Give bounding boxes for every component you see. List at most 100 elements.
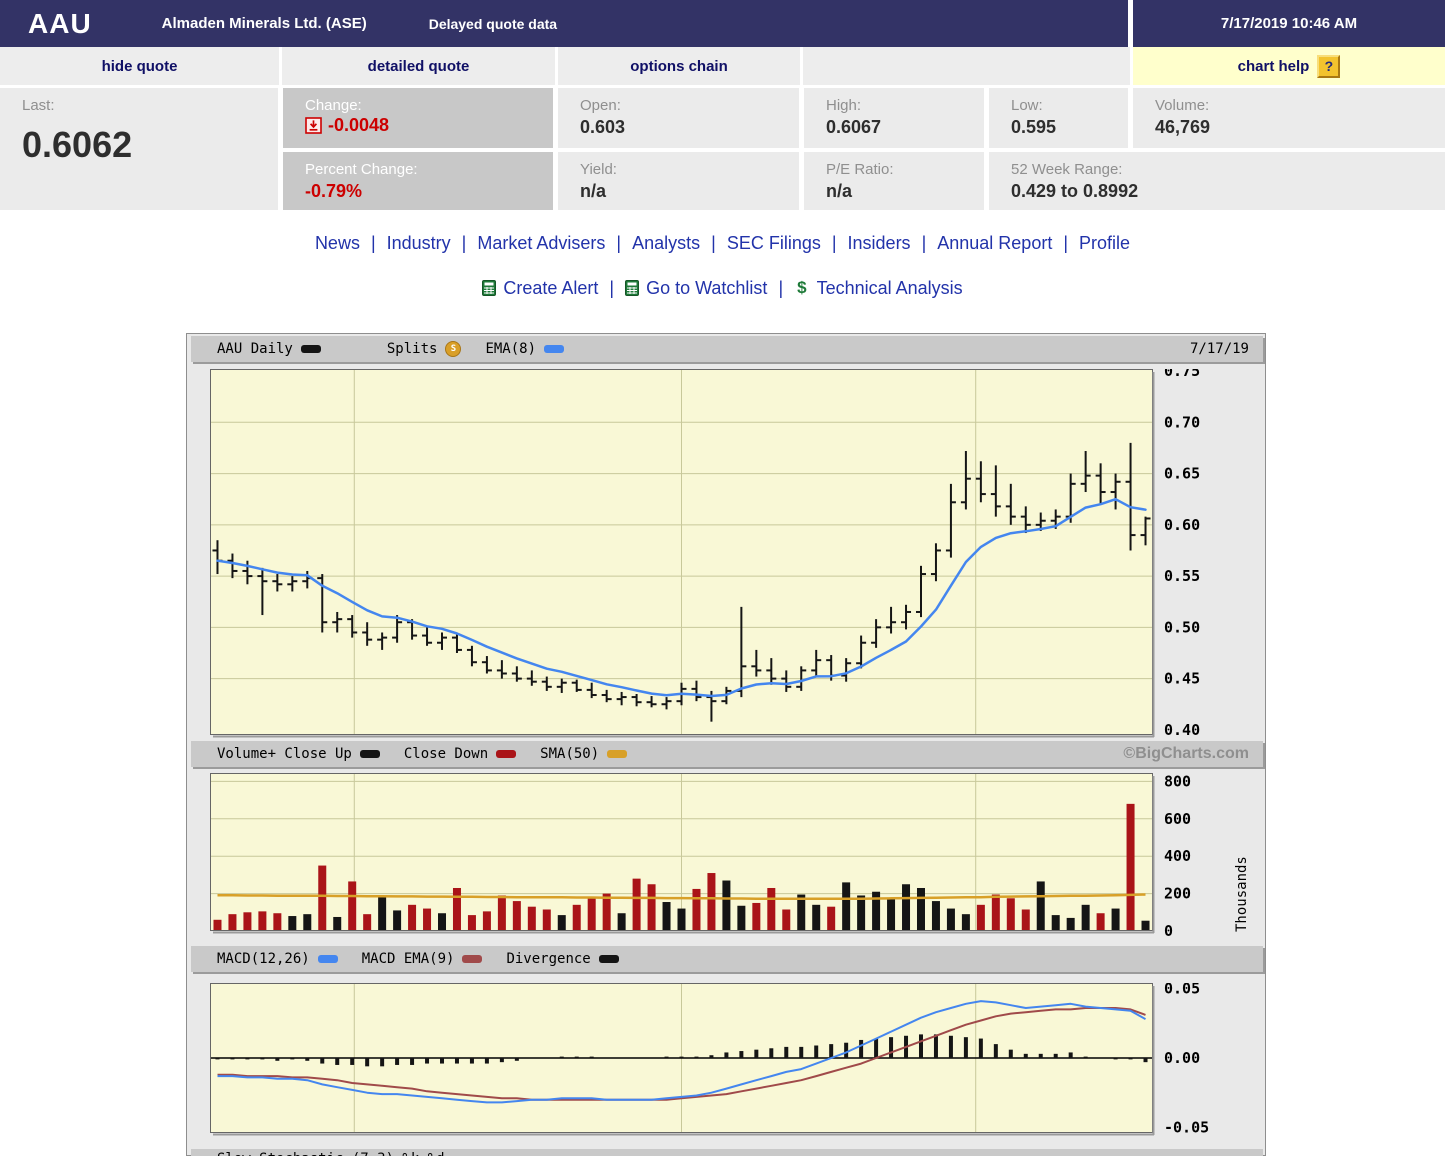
svg-text:0.70: 0.70 xyxy=(1164,413,1200,431)
datetime-bar: 7/17/2019 10:46 AM xyxy=(1133,0,1445,47)
header-bar: AAU Almaden Minerals Ltd. (ASE) Delayed … xyxy=(0,0,1128,47)
low-label: Low: xyxy=(1011,97,1043,114)
technical-analysis-link[interactable]: $ Technical Analysis xyxy=(794,278,963,299)
svg-text:0.05: 0.05 xyxy=(1164,983,1200,998)
splits-label: Splits xyxy=(386,341,438,357)
bigcharts-watermark: ©BigCharts.com xyxy=(1123,745,1249,762)
price-series-label: AAU Daily xyxy=(217,341,293,357)
help-question-icon[interactable]: ? xyxy=(1317,54,1341,78)
close-down-swatch-icon xyxy=(496,750,517,758)
chart-date: 7/17/19 xyxy=(1189,341,1249,357)
volume-label: Volume: xyxy=(1155,97,1210,114)
volume-chart: 800 600 400 200 0 xyxy=(210,773,1191,940)
macd-label: MACD(12,26) xyxy=(217,951,310,967)
nav-links-row: News | Industry | Market Advisers | Analyst… xyxy=(314,232,1131,254)
svg-text:400: 400 xyxy=(1164,847,1191,865)
svg-text:0.65: 0.65 xyxy=(1164,465,1200,483)
close-down-label: Close Down xyxy=(403,746,489,762)
quote-cell-pct-change: Percent Change: -0.79% xyxy=(283,152,553,210)
price-chart: 0.75 0.70 0.65 0.60 0.55 0.50 0.45 0.40 xyxy=(210,369,1200,739)
tab-spacer xyxy=(803,47,1130,85)
close-up-swatch-icon xyxy=(359,750,380,758)
nav-link-news[interactable]: News xyxy=(315,233,360,254)
tab-hide-quote[interactable]: hide quote xyxy=(0,47,279,85)
ticker-symbol: AAU xyxy=(28,7,92,39)
ema-label: EMA(8) xyxy=(485,341,537,357)
divergence-swatch-icon xyxy=(598,955,619,963)
svg-text:600: 600 xyxy=(1164,810,1191,828)
yield-label: Yield: xyxy=(580,161,617,178)
macd-ema-label: MACD EMA(9) xyxy=(361,951,455,967)
pe-value: n/a xyxy=(826,181,853,201)
tab-chart-help[interactable]: chart help ? xyxy=(1133,47,1445,85)
range-value: 0.429 to 0.8992 xyxy=(1011,181,1139,201)
action-links-row: Create Alert | Go to Watchlist | $ Techn… xyxy=(0,272,1445,304)
nav-link-annual-report[interactable]: Annual Report xyxy=(937,233,1052,254)
alert-grid-icon xyxy=(482,280,497,296)
svg-text:0.55: 0.55 xyxy=(1164,567,1200,585)
price-series-swatch-icon xyxy=(300,345,321,353)
change-value: -0.0048 xyxy=(328,115,390,135)
sma-swatch-icon xyxy=(607,750,628,758)
price-chart-legend: AAU Daily Splits S EMA(8) 7/17/19 xyxy=(191,336,1263,362)
tab-detailed-quote[interactable]: detailed quote xyxy=(282,47,555,85)
quote-cell-volume: Volume: 46,769 xyxy=(1133,88,1445,148)
svg-text:200: 200 xyxy=(1164,885,1191,903)
sma-label: SMA(50) xyxy=(540,746,600,762)
svg-text:0.00: 0.00 xyxy=(1164,1049,1200,1067)
clipped-bottom-legend: Slow Stochastic (7,3) %k %d xyxy=(191,1149,1263,1156)
svg-text:0.45: 0.45 xyxy=(1164,670,1200,688)
quote-cell-pe: P/E Ratio: n/a xyxy=(804,152,984,210)
range-label: 52 Week Range: xyxy=(1011,161,1123,178)
svg-text:0.60: 0.60 xyxy=(1164,516,1200,534)
change-label: Change: xyxy=(305,97,362,114)
high-label: High: xyxy=(826,97,862,114)
open-label: Open: xyxy=(580,97,621,114)
nav-link-insiders[interactable]: Insiders xyxy=(848,233,911,254)
svg-text:0: 0 xyxy=(1164,922,1173,940)
macd-legend: MACD(12,26) MACD EMA(9) Divergence xyxy=(191,946,1263,972)
tab-options-chain[interactable]: options chain xyxy=(558,47,800,85)
nav-link-profile[interactable]: Profile xyxy=(1079,233,1130,254)
company-name: Almaden Minerals Ltd. (ASE) xyxy=(161,15,367,32)
svg-text:-0.05: -0.05 xyxy=(1164,1118,1209,1136)
nav-link-industry[interactable]: Industry xyxy=(387,233,451,254)
pct-change-value: -0.79% xyxy=(305,181,363,201)
macd-chart: 0.05 0.00 -0.05 xyxy=(210,983,1209,1136)
quote-cell-change: Change: -0.0048 xyxy=(283,88,553,148)
nav-link-market-advisers[interactable]: Market Advisers xyxy=(477,233,605,254)
quote-cell-yield: Yield: n/a xyxy=(558,152,799,210)
dollar-icon: $ xyxy=(794,278,810,298)
splits-icon: S xyxy=(445,341,462,357)
ema-swatch-icon xyxy=(544,345,565,353)
quote-cell-open: Open: 0.603 xyxy=(558,88,799,148)
macd-ema-swatch-icon xyxy=(462,955,483,963)
volume-legend: Volume+ Close Up Close Down SMA(50) ©Big… xyxy=(191,741,1263,767)
pe-label: P/E Ratio: xyxy=(826,161,894,178)
last-value: 0.6062 xyxy=(22,124,133,165)
svg-text:0.50: 0.50 xyxy=(1164,618,1200,636)
chart-block: AAU Daily Splits S EMA(8) 7/17/19 0.75 0.… xyxy=(186,333,1266,1156)
volume-up-label: Volume+ Close Up xyxy=(217,746,352,762)
quote-cell-52wk-range: 52 Week Range: 0.429 to 0.8992 xyxy=(989,152,1445,210)
nav-link-analysts[interactable]: Analysts xyxy=(632,233,700,254)
quote-cell-high: High: 0.6067 xyxy=(804,88,984,148)
go-to-watchlist-link[interactable]: Go to Watchlist xyxy=(625,278,767,299)
pct-change-label: Percent Change: xyxy=(305,161,418,178)
open-value: 0.603 xyxy=(580,117,626,137)
quote-cell-low: Low: 0.595 xyxy=(989,88,1128,148)
quote-datetime: 7/17/2019 10:46 AM xyxy=(1220,15,1358,32)
yield-value: n/a xyxy=(580,181,607,201)
bigcharts-quote-page: AAU Almaden Minerals Ltd. (ASE) Delayed … xyxy=(0,0,1445,1156)
last-label: Last: xyxy=(22,97,55,114)
create-alert-link[interactable]: Create Alert xyxy=(482,278,598,299)
high-value: 0.6067 xyxy=(826,117,882,137)
down-arrow-icon xyxy=(305,117,322,134)
quote-cell-last: Last: 0.6062 xyxy=(0,88,278,210)
svg-text:0.40: 0.40 xyxy=(1164,721,1200,739)
low-value: 0.595 xyxy=(1011,117,1057,137)
volume-axis-title: Thousands xyxy=(1234,856,1250,932)
watchlist-grid-icon xyxy=(625,280,640,296)
nav-link-sec-filings[interactable]: SEC Filings xyxy=(727,233,821,254)
macd-swatch-icon xyxy=(317,955,338,963)
